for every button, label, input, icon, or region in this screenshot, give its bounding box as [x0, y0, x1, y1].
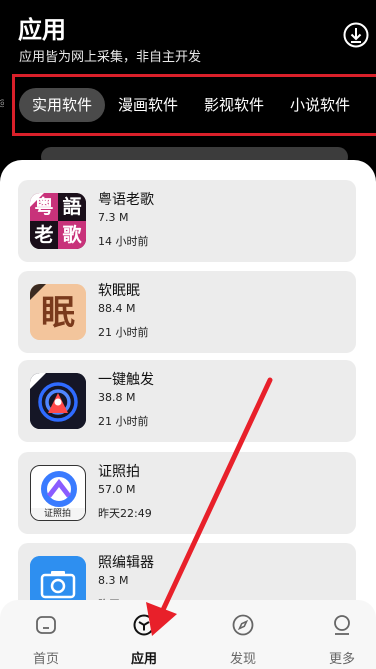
- tab-utility[interactable]: 实用软件: [19, 88, 106, 122]
- page-subtitle: 应用皆为网上采集，非自主开发: [19, 50, 202, 65]
- nav-discover-label: 发现: [229, 652, 256, 667]
- bottom-nav: 首页 应用 发现 更多: [0, 600, 376, 669]
- nav-home-label: 首页: [32, 652, 59, 667]
- nav-home[interactable]: 首页: [11, 600, 81, 669]
- nav-apps[interactable]: 应用: [109, 600, 179, 669]
- broadcast-signal-icon: [30, 373, 86, 429]
- app-updated-time: 21 小时前: [98, 326, 149, 339]
- app-updated-time: 21 小时前: [98, 415, 149, 428]
- tab-comics[interactable]: 漫画软件: [105, 88, 191, 122]
- tab-novels[interactable]: 小说软件: [277, 88, 363, 122]
- app-size: 88.4 M: [98, 302, 136, 315]
- app-card-ruanmianmian[interactable]: 眠 软眠眠 88.4 M 21 小时前: [18, 271, 356, 353]
- nav-discover[interactable]: 发现: [208, 600, 278, 669]
- app-list-sheet: 粤 語 老 歌 粤语老歌 7.3 M 14 小时前 眠 软眠眠 88.4 M 2: [0, 160, 376, 669]
- app-size: 38.8 M: [98, 391, 136, 404]
- app-name: 软眠眠: [98, 283, 140, 299]
- app-card-cantonese-songs[interactable]: 粤 語 老 歌 粤语老歌 7.3 M 14 小时前: [18, 180, 356, 262]
- id-photo-icon: 证照拍: [30, 465, 86, 521]
- app-updated-time: 14 小时前: [98, 235, 149, 248]
- app-size: 7.3 M: [98, 211, 129, 224]
- app-name: 证照拍: [98, 464, 140, 480]
- tabs-highlight-frame: 实用软件 漫画软件 影视软件 小说软件: [12, 74, 376, 136]
- cube-icon: [133, 614, 155, 636]
- category-tabs: 实用软件 漫画软件 影视软件 小说软件: [19, 88, 363, 122]
- cantonese-songs-icon-glyphs: 粤 語 老 歌: [34, 196, 82, 246]
- ruanmianmian-icon: 眠: [30, 284, 86, 340]
- app-screen: 应用 应用皆为网上采集，非自主开发 ◎ 实用软件 漫画软件 影视软件 小说软件: [0, 0, 376, 669]
- cantonese-songs-icon: 粤 語 老 歌: [30, 193, 86, 249]
- nav-apps-label: 应用: [130, 652, 157, 667]
- app-card-id-photo[interactable]: 证照拍 证照拍 57.0 M 昨天22:49: [18, 452, 356, 534]
- page-title: 应用: [18, 16, 66, 44]
- tab-video[interactable]: 影视软件: [191, 88, 277, 122]
- header: 应用 应用皆为网上采集，非自主开发: [0, 0, 376, 72]
- broadcast-signal-icon-art: [30, 373, 86, 429]
- app-size: 57.0 M: [98, 483, 136, 496]
- app-size: 8.3 M: [98, 574, 129, 587]
- nav-more-label: 更多: [328, 652, 355, 667]
- tab-scroll-edge-icon: ◎: [0, 98, 4, 110]
- id-photo-icon-label: 证照拍: [43, 509, 71, 519]
- app-card-one-tap-trigger[interactable]: 一键触发 38.8 M 21 小时前: [18, 360, 356, 442]
- nav-more[interactable]: 更多: [307, 600, 376, 669]
- profile-icon: [334, 615, 350, 635]
- app-name: 粤语老歌: [98, 192, 154, 208]
- compass-icon: [232, 614, 254, 636]
- download-circle-icon[interactable]: [343, 22, 369, 48]
- app-updated-time: 昨天22:49: [98, 507, 152, 520]
- app-name: 一键触发: [98, 372, 154, 388]
- ruanmianmian-icon-glyph: 眠: [41, 293, 75, 333]
- home-icon: [36, 616, 56, 634]
- app-name: 照编辑器: [98, 555, 154, 571]
